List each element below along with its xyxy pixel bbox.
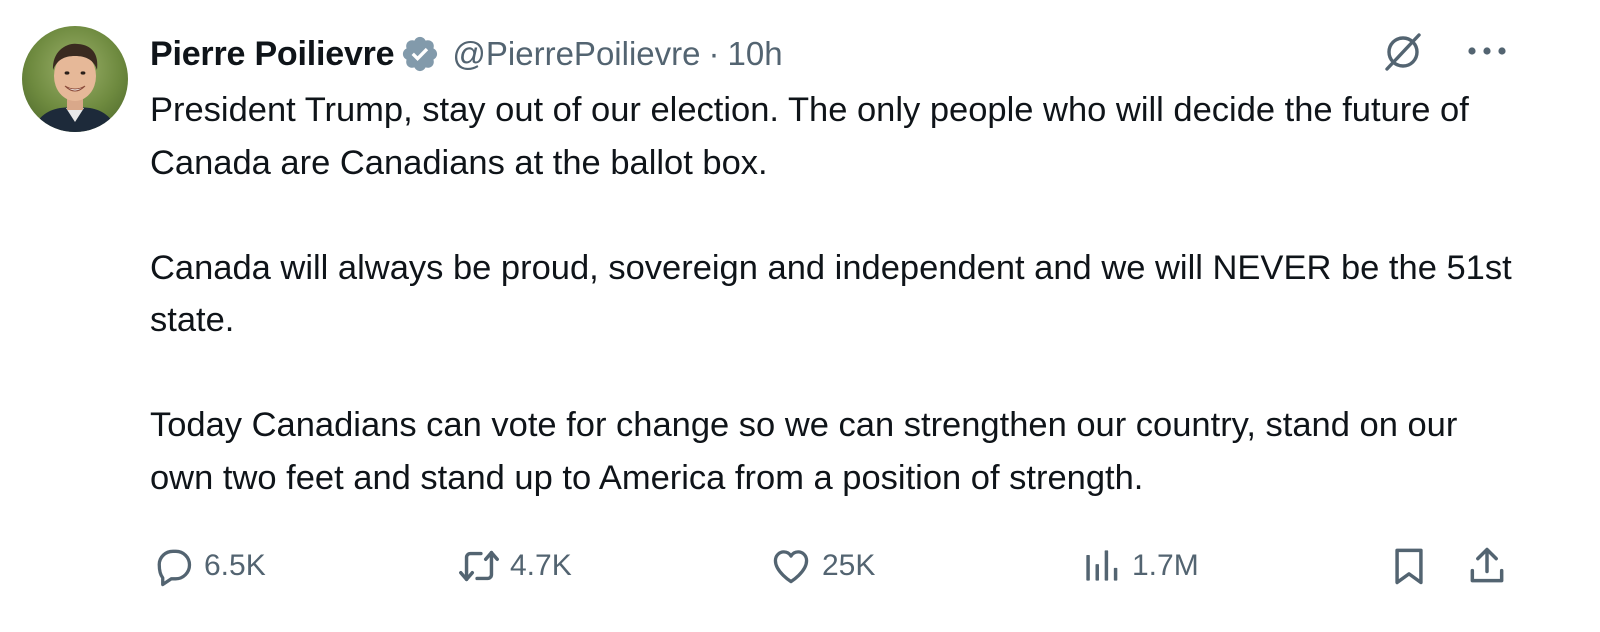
tweet-text: President Trump, stay out of our electio… [150, 84, 1530, 504]
avatar[interactable] [22, 26, 128, 132]
views-count: 1.7M [1132, 549, 1199, 582]
repost-count: 4.7K [510, 549, 572, 582]
author-display-name[interactable]: Pierre Poilievre [150, 35, 395, 74]
repost-button[interactable]: 4.7K [456, 538, 572, 594]
more-icon[interactable] [1462, 26, 1512, 76]
views-button[interactable]: 1.7M [1078, 538, 1199, 594]
reply-icon [150, 543, 196, 589]
author-handle[interactable]: @PierrePoilievre [452, 35, 700, 73]
share-icon [1464, 543, 1510, 589]
tweet-paragraph: Today Canadians can vote for change so w… [150, 406, 1458, 497]
like-count: 25K [822, 549, 876, 582]
repost-icon [456, 543, 502, 589]
bookmark-button[interactable] [1386, 538, 1432, 594]
views-icon [1078, 543, 1124, 589]
tweet: Pierre Poilievre @PierrePoilievre · 10h [0, 0, 1600, 632]
reply-button[interactable]: 6.5K [150, 538, 266, 594]
tweet-paragraph: Canada will always be proud, sovereign a… [150, 248, 1512, 340]
tweet-timestamp[interactable]: 10h [728, 35, 783, 73]
like-button[interactable]: 25K [768, 538, 875, 594]
separator-dot: · [708, 35, 720, 72]
reply-count: 6.5K [204, 549, 266, 582]
heart-icon [768, 543, 814, 589]
share-button[interactable] [1464, 538, 1510, 594]
tweet-action-bar: 6.5K 4.7K 25K 1.7M [150, 538, 1520, 594]
grok-icon[interactable] [1378, 26, 1428, 76]
tweet-top-actions [1378, 26, 1512, 76]
verified-badge-icon[interactable] [400, 34, 440, 74]
tweet-header: Pierre Poilievre @PierrePoilievre · 10h [150, 28, 783, 80]
bookmark-icon [1386, 543, 1432, 589]
tweet-paragraph: President Trump, stay out of our electio… [150, 91, 1469, 182]
